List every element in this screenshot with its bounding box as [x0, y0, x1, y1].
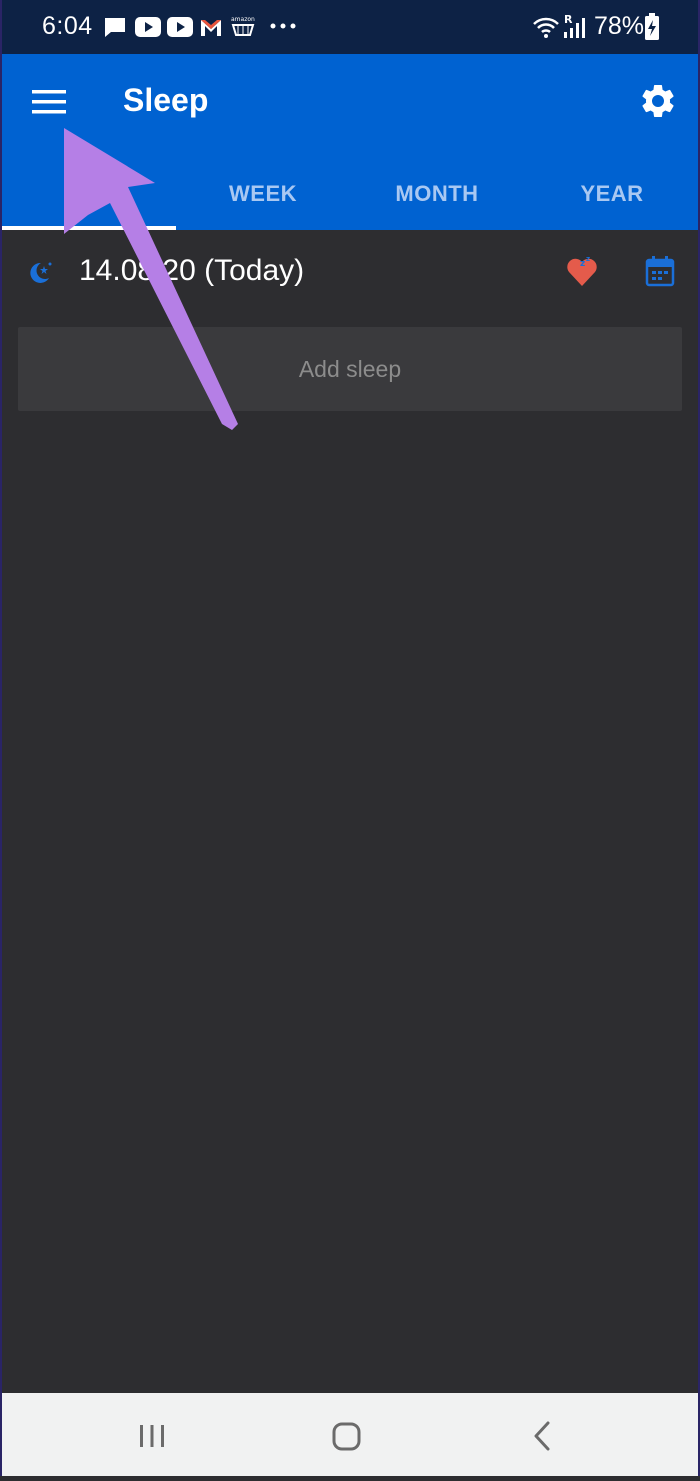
settings-button[interactable] [638, 81, 678, 121]
status-time: 6:04 [42, 12, 93, 40]
tab-bar: WEEK MONTH YEAR [0, 158, 700, 230]
tab-day[interactable] [0, 158, 176, 230]
back-button[interactable] [502, 1393, 582, 1476]
menu-button[interactable] [30, 86, 68, 118]
amazon-icon: amazon [231, 16, 255, 36]
svg-text:z: z [580, 259, 585, 269]
message-icon [105, 18, 125, 37]
gmail-icon [201, 20, 221, 36]
page-title: Sleep [123, 82, 209, 118]
status-bar: 6:04 amazon R 78% [0, 0, 700, 54]
sleep-tracker-icon: z z [566, 255, 597, 286]
system-nav-bar [0, 1393, 700, 1476]
hamburger-menu-icon [32, 90, 66, 114]
tab-week[interactable]: WEEK [176, 158, 350, 230]
selected-date[interactable]: 14.08.20 (Today) [79, 254, 304, 288]
battery-percentage: 78% [594, 12, 645, 40]
sleep-tracker-button[interactable]: z z [562, 250, 602, 294]
calendar-icon [645, 256, 675, 287]
svg-text:R: R [564, 13, 573, 26]
wifi-icon [533, 17, 559, 38]
home-button[interactable] [307, 1393, 387, 1476]
recent-apps-button[interactable] [112, 1393, 192, 1476]
calendar-button[interactable] [644, 254, 676, 288]
signal-icon: R [564, 13, 585, 38]
youtube-icon [135, 17, 161, 37]
battery-icon [645, 13, 659, 40]
svg-text:amazon: amazon [231, 16, 255, 23]
youtube-icon [167, 17, 193, 37]
add-sleep-button[interactable]: Add sleep [18, 327, 682, 411]
home-icon [332, 1422, 361, 1451]
date-row: 14.08.20 (Today) z z [0, 230, 700, 316]
tab-month[interactable]: MONTH [350, 158, 524, 230]
moon-stars-icon [30, 262, 52, 283]
more-dots-icon [270, 23, 296, 29]
gear-icon [642, 84, 674, 117]
svg-text:z: z [586, 255, 590, 263]
tab-year[interactable]: YEAR [524, 158, 700, 230]
recent-apps-icon [140, 1425, 164, 1447]
back-icon [534, 1421, 550, 1451]
app-bar: Sleep WEEK MONTH YEAR [0, 54, 700, 230]
